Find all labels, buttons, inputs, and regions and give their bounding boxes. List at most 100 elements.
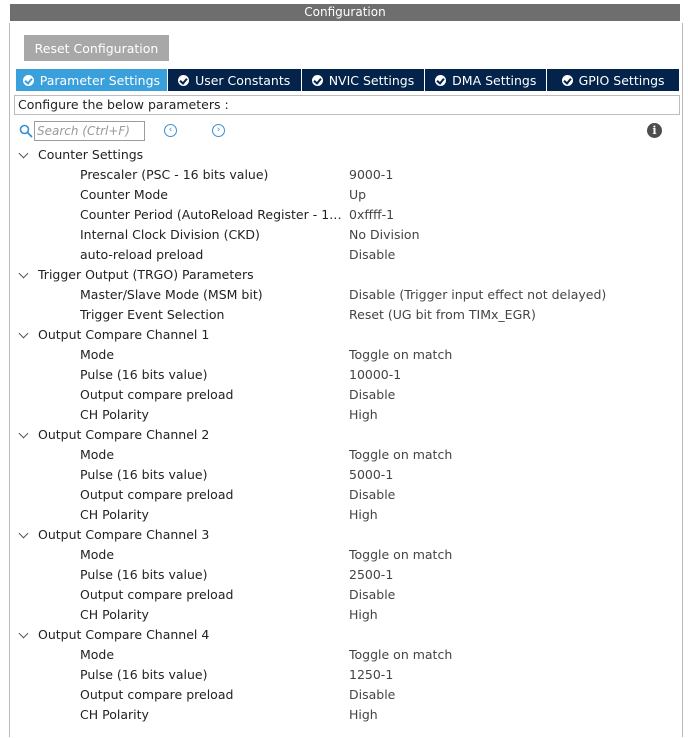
- group-row[interactable]: Output Compare Channel 1: [14, 325, 680, 345]
- parameter-row[interactable]: Mode Toggle on match: [14, 545, 680, 565]
- parameter-value[interactable]: Disable: [349, 685, 395, 705]
- parameter-row[interactable]: Counter Period (AutoReload Register - 16…: [14, 205, 680, 225]
- parameter-value[interactable]: Toggle on match: [349, 345, 452, 365]
- parameter-name: Counter Mode: [80, 187, 168, 202]
- group-label: Output Compare Channel 1: [38, 327, 210, 342]
- parameter-value[interactable]: Disable: [349, 585, 395, 605]
- parameter-value[interactable]: 10000-1: [349, 365, 401, 385]
- parameter-value[interactable]: High: [349, 505, 378, 525]
- window-title: Configuration: [10, 4, 680, 21]
- parameter-row[interactable]: Output compare preload Disable: [14, 685, 680, 705]
- parameter-row[interactable]: CH Polarity High: [14, 405, 680, 425]
- parameter-row[interactable]: Mode Toggle on match: [14, 445, 680, 465]
- parameter-name: CH Polarity: [80, 507, 149, 522]
- parameter-row[interactable]: Mode Toggle on match: [14, 345, 680, 365]
- parameter-value[interactable]: 0xffff-1: [349, 205, 394, 225]
- parameter-value[interactable]: Toggle on match: [349, 645, 452, 665]
- parameter-row[interactable]: Output compare preload Disable: [14, 385, 680, 405]
- parameter-name: Pulse (16 bits value): [80, 667, 208, 682]
- parameter-value[interactable]: 2500-1: [349, 565, 393, 585]
- info-icon[interactable]: i: [647, 123, 662, 138]
- parameter-value[interactable]: High: [349, 405, 378, 425]
- group-row[interactable]: Output Compare Channel 2: [14, 425, 680, 445]
- circle-right-icon[interactable]: ›: [212, 124, 225, 137]
- parameter-value-text: Disable: [349, 487, 396, 502]
- parameter-name: Mode: [80, 447, 115, 462]
- tab-label: DMA Settings: [452, 72, 537, 88]
- parameter-value-text: 10000-1: [349, 367, 402, 382]
- parameter-value[interactable]: Disable: [349, 485, 395, 505]
- check-circle-icon: [561, 74, 573, 86]
- group-row[interactable]: Output Compare Channel 3: [14, 525, 680, 545]
- tab-dma-settings[interactable]: DMA Settings: [425, 69, 547, 91]
- parameter-row[interactable]: Master/Slave Mode (MSM bit) Disable (Trig…: [14, 285, 680, 305]
- check-circle-icon: [435, 74, 447, 86]
- tab-label: GPIO Settings: [578, 72, 665, 88]
- parameter-row[interactable]: Mode Toggle on match: [14, 645, 680, 665]
- parameter-name: Trigger Event Selection: [80, 307, 225, 322]
- search-input[interactable]: [34, 121, 145, 141]
- parameter-name: Prescaler (PSC - 16 bits value): [80, 167, 269, 182]
- chevron-down-icon[interactable]: [18, 428, 29, 439]
- chevron-down-icon[interactable]: [18, 628, 29, 639]
- parameter-name: Output compare preload: [80, 487, 234, 502]
- parameter-row[interactable]: Pulse (16 bits value) 1250-1: [14, 665, 680, 685]
- parameter-name: Mode: [80, 547, 115, 562]
- tab-nvic-settings[interactable]: NVIC Settings: [301, 69, 425, 91]
- parameter-value[interactable]: Toggle on match: [349, 545, 452, 565]
- chevron-down-icon[interactable]: [18, 148, 29, 159]
- parameter-row[interactable]: Output compare preload Disable: [14, 485, 680, 505]
- parameter-value[interactable]: High: [349, 605, 378, 625]
- tab-gpio-settings[interactable]: GPIO Settings: [547, 69, 679, 91]
- group-label: Counter Settings: [38, 147, 144, 162]
- circle-left-icon[interactable]: ‹: [164, 124, 177, 137]
- parameter-value-text: Toggle on match: [349, 447, 453, 462]
- parameter-value[interactable]: Disable (Trigger input effect not delaye…: [349, 285, 606, 305]
- tab-parameter-settings[interactable]: Parameter Settings: [16, 69, 167, 91]
- parameter-row[interactable]: CH Polarity High: [14, 605, 680, 625]
- parameter-value-text: 0xffff-1: [349, 207, 395, 222]
- parameter-value[interactable]: Disable: [349, 385, 395, 405]
- parameter-row[interactable]: Prescaler (PSC - 16 bits value) 9000-1: [14, 165, 680, 185]
- parameter-value[interactable]: Toggle on match: [349, 445, 452, 465]
- parameter-row[interactable]: Internal Clock Division (CKD) No Division: [14, 225, 680, 245]
- parameter-value-text: Disable: [349, 587, 396, 602]
- group-row[interactable]: Counter Settings: [14, 145, 680, 165]
- group-row[interactable]: Trigger Output (TRGO) Parameters: [14, 265, 680, 285]
- parameter-tree: Counter Settings Prescaler (PSC - 16 bits…: [14, 145, 680, 725]
- parameter-value[interactable]: Up: [349, 185, 366, 205]
- parameter-value[interactable]: Disable: [349, 245, 395, 265]
- parameter-value[interactable]: 5000-1: [349, 465, 393, 485]
- reset-configuration-button[interactable]: Reset Configuration: [24, 35, 169, 61]
- parameter-row[interactable]: Counter Mode Up: [14, 185, 680, 205]
- parameter-name: Output compare preload: [80, 687, 234, 702]
- parameter-row[interactable]: Output compare preload Disable: [14, 585, 680, 605]
- parameter-name: Pulse (16 bits value): [80, 467, 208, 482]
- parameter-name: CH Polarity: [80, 707, 149, 722]
- parameter-row[interactable]: CH Polarity High: [14, 705, 680, 725]
- parameter-value[interactable]: 9000-1: [349, 165, 393, 185]
- group-label: Output Compare Channel 4: [38, 627, 210, 642]
- group-row[interactable]: Output Compare Channel 4: [14, 625, 680, 645]
- tab-user-constants[interactable]: User Constants: [167, 69, 301, 91]
- parameter-row[interactable]: auto-reload preload Disable: [14, 245, 680, 265]
- parameter-value-text: High: [349, 607, 378, 622]
- parameter-name: Pulse (16 bits value): [80, 567, 208, 582]
- parameter-row[interactable]: CH Polarity High: [14, 505, 680, 525]
- parameter-value-text: Disable (Trigger input effect not delaye…: [349, 287, 607, 302]
- chevron-down-icon[interactable]: [18, 268, 29, 279]
- parameter-name: Pulse (16 bits value): [80, 367, 208, 382]
- chevron-down-icon[interactable]: [18, 528, 29, 539]
- parameter-value[interactable]: 1250-1: [349, 665, 393, 685]
- parameter-row[interactable]: Trigger Event Selection Reset (UG bit fro…: [14, 305, 680, 325]
- parameter-row[interactable]: Pulse (16 bits value) 2500-1: [14, 565, 680, 585]
- chevron-down-icon[interactable]: [18, 328, 29, 339]
- parameter-value[interactable]: No Division: [349, 225, 420, 245]
- parameter-row[interactable]: Pulse (16 bits value) 10000-1: [14, 365, 680, 385]
- parameter-value[interactable]: Reset (UG bit from TIMx_EGR): [349, 305, 536, 325]
- check-circle-icon: [22, 74, 34, 86]
- parameter-row[interactable]: Pulse (16 bits value) 5000-1: [14, 465, 680, 485]
- search-icon: [19, 124, 33, 138]
- parameter-value[interactable]: High: [349, 705, 378, 725]
- parameter-value-text: Reset (UG bit from TIMx_EGR): [349, 307, 536, 322]
